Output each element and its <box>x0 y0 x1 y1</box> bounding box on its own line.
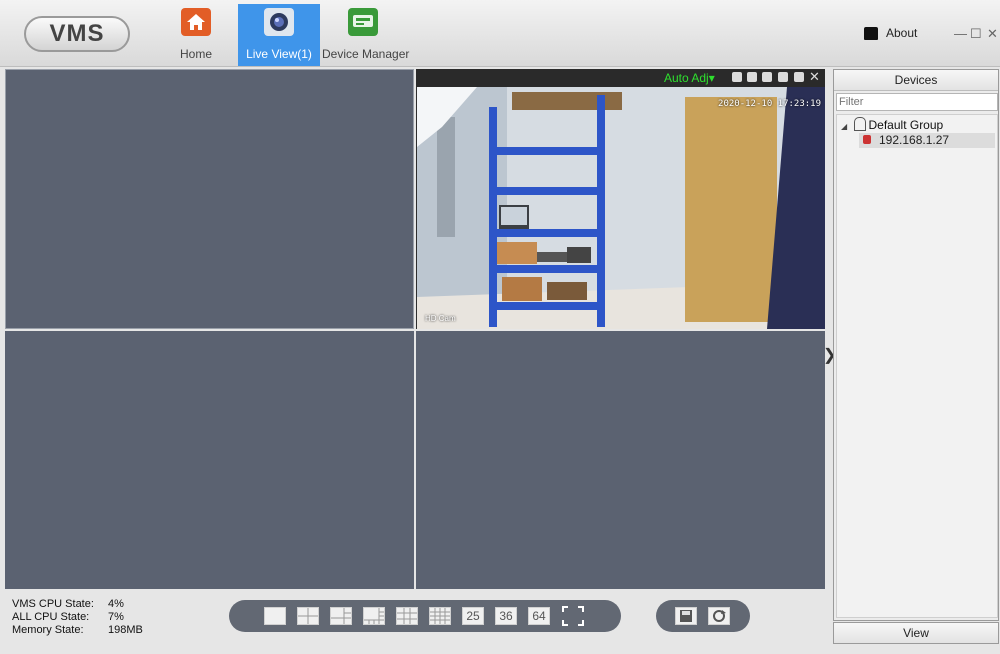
group-label: Default Group <box>868 118 944 132</box>
video-cell-2[interactable]: Auto Adj▾ ✕ 2020-12-10 17:23:19 HD Cam <box>416 69 825 329</box>
vms-cpu-label: VMS CPU State: <box>12 598 94 610</box>
memory-label: Memory State: <box>12 624 84 636</box>
video-cell-3[interactable] <box>5 331 414 589</box>
about-label: About <box>886 26 918 40</box>
save-icon[interactable] <box>675 607 697 625</box>
devices-panel: Devices ◢ Default Group 192.168.1.27 <box>833 69 999 621</box>
refresh-icon[interactable] <box>708 607 730 625</box>
device-manager-icon <box>348 8 378 36</box>
layout-9-button[interactable] <box>396 607 418 625</box>
camera-label: HD Cam <box>425 314 456 323</box>
auto-adjust-dropdown[interactable]: Auto Adj▾ <box>664 71 715 85</box>
device-camera-icon <box>863 135 871 144</box>
audio-icon[interactable] <box>762 72 772 82</box>
camera-timestamp: 2020-12-10 17:23:19 <box>718 99 821 109</box>
about-button[interactable]: About <box>864 26 918 41</box>
devices-title: Devices <box>834 70 998 91</box>
home-icon <box>181 8 211 36</box>
nav-device-manager[interactable]: Device Manager <box>322 4 410 66</box>
close-stream-icon[interactable]: ✕ <box>809 69 820 85</box>
settings-icon[interactable] <box>794 72 804 82</box>
video-cell-1[interactable] <box>5 69 414 329</box>
layout-25-button[interactable]: 25 <box>462 607 484 625</box>
shirt-icon <box>864 27 878 41</box>
layout-6-button[interactable] <box>330 607 352 625</box>
group-icon <box>853 117 866 131</box>
app-logo: VMS <box>24 16 130 52</box>
video-cell-4[interactable] <box>416 331 825 589</box>
all-cpu-label: ALL CPU State: <box>12 611 90 623</box>
layout-16-button[interactable] <box>429 607 451 625</box>
layout-36-button[interactable]: 36 <box>495 607 517 625</box>
all-cpu-value: 7% <box>108 611 124 623</box>
close-button[interactable]: ✕ <box>987 26 998 42</box>
camera-toolbar: Auto Adj▾ ✕ <box>416 69 825 87</box>
ptz-icon[interactable] <box>778 72 788 82</box>
filter-input[interactable] <box>836 93 998 111</box>
layout-4-button[interactable] <box>297 607 319 625</box>
tree-device-row[interactable]: 192.168.1.27 <box>859 133 995 148</box>
snapshot-icon[interactable] <box>747 72 757 82</box>
nav-live-view[interactable]: Live View(1) <box>238 4 320 66</box>
device-label: 192.168.1.27 <box>879 133 950 147</box>
layout-toolbar: 25 36 64 <box>229 600 621 632</box>
nav-home-label: Home <box>179 47 212 61</box>
camera-feed-image: 2020-12-10 17:23:19 HD Cam <box>417 87 825 329</box>
camera-lens-icon <box>264 8 294 36</box>
view-button[interactable]: View <box>833 622 999 644</box>
maximize-button[interactable]: ☐ <box>970 26 982 42</box>
layout-64-button[interactable]: 64 <box>528 607 550 625</box>
nav-live-view-label: Live View(1) <box>246 47 312 61</box>
nav-device-manager-label: Device Manager <box>322 47 410 61</box>
nav-home[interactable]: Home <box>160 4 232 66</box>
minimize-button[interactable]: — <box>954 26 967 41</box>
video-grid: Auto Adj▾ ✕ 2020-12-10 17:23:19 HD Cam <box>5 69 825 589</box>
record-icon[interactable] <box>732 72 742 82</box>
expand-arrow-icon[interactable]: ◢ <box>841 122 847 131</box>
layout-8-button[interactable] <box>363 607 385 625</box>
top-bar: VMS Home Live View(1) Device Manager Abo… <box>0 0 1000 67</box>
tree-group-default[interactable]: ◢ Default Group <box>841 117 943 132</box>
fullscreen-icon[interactable] <box>562 606 584 626</box>
layout-1-button[interactable] <box>264 607 286 625</box>
device-tree: ◢ Default Group 192.168.1.27 <box>836 114 998 618</box>
memory-value: 198MB <box>108 624 143 636</box>
system-stats: VMS CPU State: 4% ALL CPU State: 7% Memory… <box>12 598 143 637</box>
action-toolbar <box>656 600 750 632</box>
vms-cpu-value: 4% <box>108 598 124 610</box>
